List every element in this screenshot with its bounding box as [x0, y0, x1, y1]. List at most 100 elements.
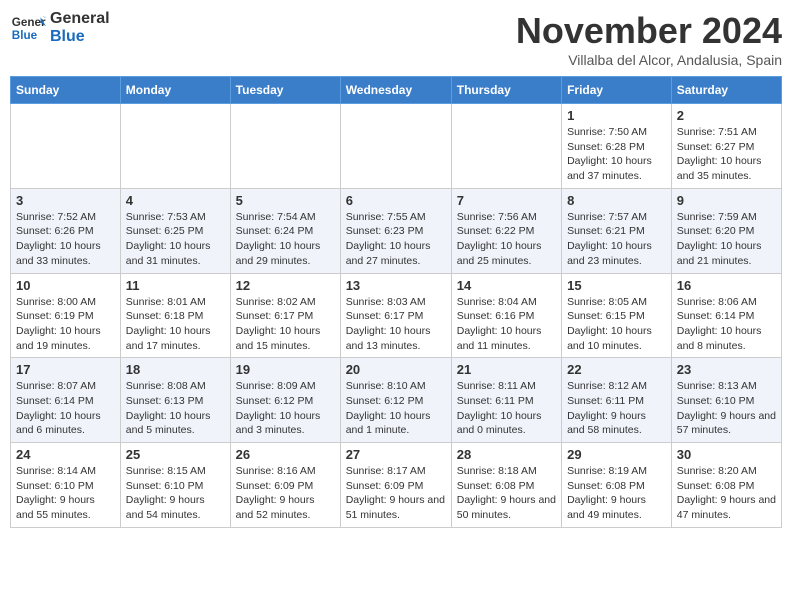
- logo: General Blue General Blue: [10, 10, 110, 46]
- day-number: 18: [126, 362, 225, 377]
- day-info: Sunrise: 8:15 AM Sunset: 6:10 PM Dayligh…: [126, 464, 225, 523]
- calendar-cell: [120, 104, 230, 189]
- calendar-cell: 12 Sunrise: 8:02 AM Sunset: 6:17 PM Dayli…: [230, 273, 340, 358]
- calendar-cell: 3 Sunrise: 7:52 AM Sunset: 6:26 PM Daylig…: [11, 188, 121, 273]
- day-number: 10: [16, 278, 115, 293]
- day-info: Sunrise: 8:09 AM Sunset: 6:12 PM Dayligh…: [236, 379, 335, 438]
- calendar-cell: 23Sunrise: 8:13 AM Sunset: 6:10 PM Dayli…: [671, 358, 781, 443]
- day-number: 28: [457, 447, 556, 462]
- day-info: Sunrise: 8:07 AM Sunset: 6:14 PM Dayligh…: [16, 379, 115, 438]
- day-info: Sunrise: 8:20 AM Sunset: 6:08 PM Dayligh…: [677, 464, 776, 523]
- day-info: Sunrise: 8:00 AM Sunset: 6:19 PM Dayligh…: [16, 295, 115, 354]
- day-info: Sunrise: 7:52 AM Sunset: 6:26 PM Dayligh…: [16, 210, 115, 269]
- day-number: 1: [567, 108, 666, 123]
- day-number: 4: [126, 193, 225, 208]
- header-tuesday: Tuesday: [230, 77, 340, 104]
- week-row-4: 17Sunrise: 8:07 AM Sunset: 6:14 PM Dayli…: [11, 358, 782, 443]
- header-thursday: Thursday: [451, 77, 561, 104]
- header-sunday: Sunday: [11, 77, 121, 104]
- calendar-cell: 18 Sunrise: 8:08 AM Sunset: 6:13 PM Dayli…: [120, 358, 230, 443]
- calendar-cell: 14 Sunrise: 8:04 AM Sunset: 6:16 PM Dayli…: [451, 273, 561, 358]
- calendar-cell: 10 Sunrise: 8:00 AM Sunset: 6:19 PM Dayli…: [11, 273, 121, 358]
- day-number: 25: [126, 447, 225, 462]
- day-info: Sunrise: 8:11 AM Sunset: 6:11 PM Dayligh…: [457, 379, 556, 438]
- calendar-cell: [340, 104, 451, 189]
- page-header: General Blue General Blue November 2024 …: [10, 10, 782, 68]
- week-row-1: 1 Sunrise: 7:50 AM Sunset: 6:28 PM Daylig…: [11, 104, 782, 189]
- day-number: 16: [677, 278, 776, 293]
- day-info: Sunrise: 8:04 AM Sunset: 6:16 PM Dayligh…: [457, 295, 556, 354]
- calendar-cell: 27 Sunrise: 8:17 AM Sunset: 6:09 PM Dayli…: [340, 443, 451, 528]
- day-info: Sunrise: 8:06 AM Sunset: 6:14 PM Dayligh…: [677, 295, 776, 354]
- day-number: 15: [567, 278, 666, 293]
- calendar-cell: 19 Sunrise: 8:09 AM Sunset: 6:12 PM Dayli…: [230, 358, 340, 443]
- calendar-cell: [230, 104, 340, 189]
- calendar-cell: 28 Sunrise: 8:18 AM Sunset: 6:08 PM Dayli…: [451, 443, 561, 528]
- day-info: Sunrise: 8:14 AM Sunset: 6:10 PM Dayligh…: [16, 464, 115, 523]
- logo-icon: General Blue: [10, 10, 46, 46]
- day-info: Sunrise: 7:56 AM Sunset: 6:22 PM Dayligh…: [457, 210, 556, 269]
- calendar-cell: 2 Sunrise: 7:51 AM Sunset: 6:27 PM Daylig…: [671, 104, 781, 189]
- day-number: 24: [16, 447, 115, 462]
- calendar-cell: 16 Sunrise: 8:06 AM Sunset: 6:14 PM Dayli…: [671, 273, 781, 358]
- calendar-cell: [451, 104, 561, 189]
- day-info: Sunrise: 8:02 AM Sunset: 6:17 PM Dayligh…: [236, 295, 335, 354]
- location: Villalba del Alcor, Andalusia, Spain: [516, 52, 782, 68]
- header-wednesday: Wednesday: [340, 77, 451, 104]
- day-info: Sunrise: 8:19 AM Sunset: 6:08 PM Dayligh…: [567, 464, 666, 523]
- day-number: 21: [457, 362, 556, 377]
- calendar-cell: 5Sunrise: 7:54 AM Sunset: 6:24 PM Daylig…: [230, 188, 340, 273]
- day-info: Sunrise: 8:10 AM Sunset: 6:12 PM Dayligh…: [346, 379, 446, 438]
- day-number: 3: [16, 193, 115, 208]
- calendar-cell: 30 Sunrise: 8:20 AM Sunset: 6:08 PM Dayli…: [671, 443, 781, 528]
- calendar-cell: 15 Sunrise: 8:05 AM Sunset: 6:15 PM Dayli…: [562, 273, 672, 358]
- day-info: Sunrise: 8:01 AM Sunset: 6:18 PM Dayligh…: [126, 295, 225, 354]
- day-number: 26: [236, 447, 335, 462]
- header-saturday: Saturday: [671, 77, 781, 104]
- title-block: November 2024 Villalba del Alcor, Andalu…: [516, 10, 782, 68]
- calendar-cell: 25 Sunrise: 8:15 AM Sunset: 6:10 PM Dayli…: [120, 443, 230, 528]
- calendar-cell: 24 Sunrise: 8:14 AM Sunset: 6:10 PM Dayli…: [11, 443, 121, 528]
- day-number: 7: [457, 193, 556, 208]
- day-info: Sunrise: 8:12 AM Sunset: 6:11 PM Dayligh…: [567, 379, 666, 438]
- day-info: Sunrise: 8:18 AM Sunset: 6:08 PM Dayligh…: [457, 464, 556, 523]
- week-row-3: 10 Sunrise: 8:00 AM Sunset: 6:19 PM Dayli…: [11, 273, 782, 358]
- day-info: Sunrise: 8:03 AM Sunset: 6:17 PM Dayligh…: [346, 295, 446, 354]
- calendar-cell: 21 Sunrise: 8:11 AM Sunset: 6:11 PM Dayli…: [451, 358, 561, 443]
- day-info: Sunrise: 7:51 AM Sunset: 6:27 PM Dayligh…: [677, 125, 776, 184]
- calendar-cell: 8Sunrise: 7:57 AM Sunset: 6:21 PM Daylig…: [562, 188, 672, 273]
- calendar-header-row: SundayMondayTuesdayWednesdayThursdayFrid…: [11, 77, 782, 104]
- day-number: 19: [236, 362, 335, 377]
- week-row-2: 3 Sunrise: 7:52 AM Sunset: 6:26 PM Daylig…: [11, 188, 782, 273]
- calendar-cell: 17Sunrise: 8:07 AM Sunset: 6:14 PM Dayli…: [11, 358, 121, 443]
- calendar-cell: 9Sunrise: 7:59 AM Sunset: 6:20 PM Daylig…: [671, 188, 781, 273]
- day-info: Sunrise: 8:08 AM Sunset: 6:13 PM Dayligh…: [126, 379, 225, 438]
- calendar-table: SundayMondayTuesdayWednesdayThursdayFrid…: [10, 76, 782, 528]
- calendar-cell: 11Sunrise: 8:01 AM Sunset: 6:18 PM Dayli…: [120, 273, 230, 358]
- day-number: 6: [346, 193, 446, 208]
- day-info: Sunrise: 8:05 AM Sunset: 6:15 PM Dayligh…: [567, 295, 666, 354]
- day-info: Sunrise: 7:50 AM Sunset: 6:28 PM Dayligh…: [567, 125, 666, 184]
- day-number: 29: [567, 447, 666, 462]
- week-row-5: 24 Sunrise: 8:14 AM Sunset: 6:10 PM Dayli…: [11, 443, 782, 528]
- calendar-cell: 7 Sunrise: 7:56 AM Sunset: 6:22 PM Daylig…: [451, 188, 561, 273]
- day-number: 27: [346, 447, 446, 462]
- day-number: 14: [457, 278, 556, 293]
- header-monday: Monday: [120, 77, 230, 104]
- day-info: Sunrise: 7:55 AM Sunset: 6:23 PM Dayligh…: [346, 210, 446, 269]
- day-number: 30: [677, 447, 776, 462]
- day-number: 9: [677, 193, 776, 208]
- logo-general: General: [50, 10, 110, 28]
- day-info: Sunrise: 8:13 AM Sunset: 6:10 PM Dayligh…: [677, 379, 776, 438]
- calendar-cell: 22 Sunrise: 8:12 AM Sunset: 6:11 PM Dayli…: [562, 358, 672, 443]
- calendar-cell: 26Sunrise: 8:16 AM Sunset: 6:09 PM Dayli…: [230, 443, 340, 528]
- day-number: 5: [236, 193, 335, 208]
- day-number: 22: [567, 362, 666, 377]
- header-friday: Friday: [562, 77, 672, 104]
- day-number: 12: [236, 278, 335, 293]
- calendar-cell: 29 Sunrise: 8:19 AM Sunset: 6:08 PM Dayli…: [562, 443, 672, 528]
- month-title: November 2024: [516, 10, 782, 52]
- day-info: Sunrise: 7:57 AM Sunset: 6:21 PM Dayligh…: [567, 210, 666, 269]
- day-info: Sunrise: 8:17 AM Sunset: 6:09 PM Dayligh…: [346, 464, 446, 523]
- day-number: 2: [677, 108, 776, 123]
